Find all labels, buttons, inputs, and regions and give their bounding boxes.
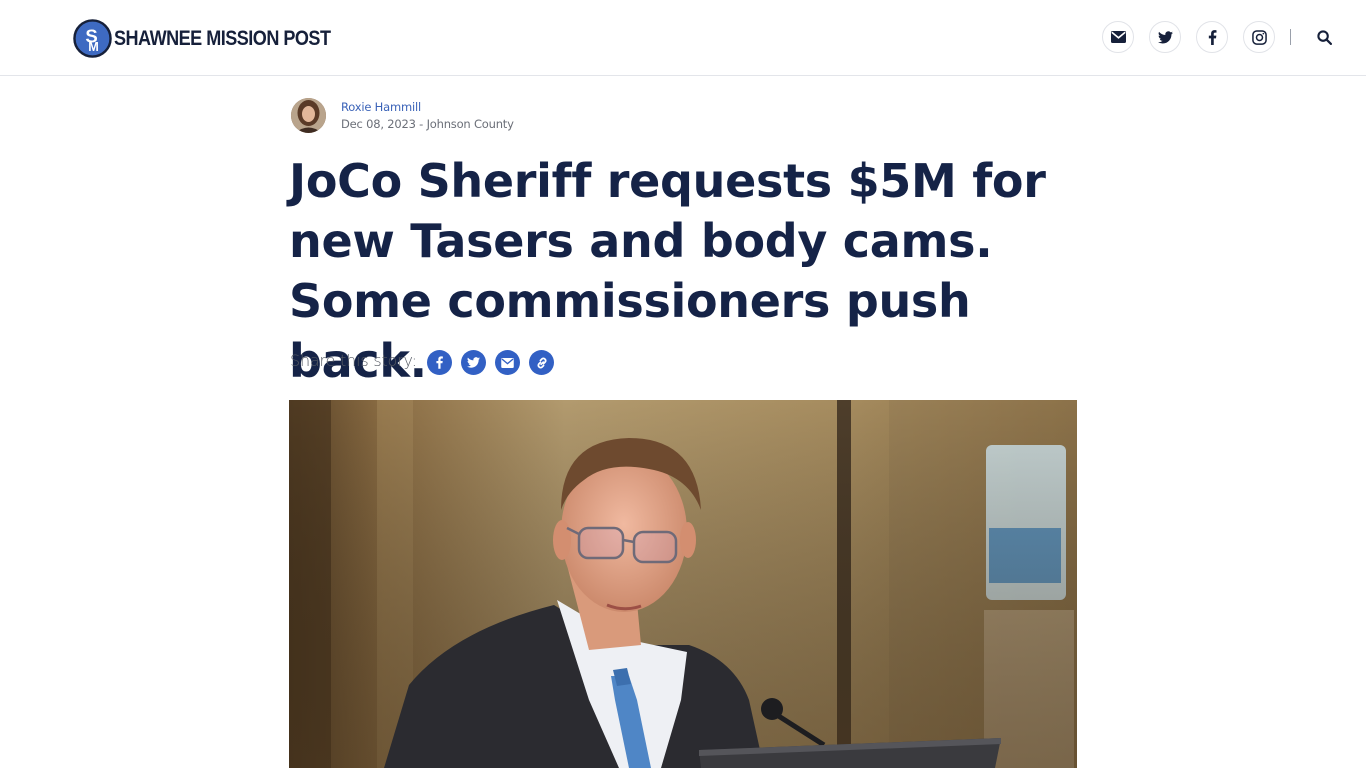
author-photo <box>291 98 326 133</box>
site-header: S M SHAWNEE MISSION POST <box>0 0 1366 76</box>
site-logo[interactable]: S M SHAWNEE MISSION POST <box>73 18 366 59</box>
headline-line: Some commissioners push back. <box>289 274 971 388</box>
share-label: Share this story: <box>290 351 417 370</box>
featured-photo-illustration <box>289 400 1077 768</box>
facebook-icon <box>436 356 443 369</box>
envelope-icon <box>1110 31 1126 43</box>
share-twitter-button[interactable] <box>461 350 486 375</box>
headline-line: new Tasers and body cams. <box>289 214 993 268</box>
envelope-icon <box>501 357 514 368</box>
author-avatar[interactable] <box>291 98 326 133</box>
article-meta: Dec 08, 2023 - Johnson County <box>341 117 514 131</box>
facebook-button[interactable] <box>1196 21 1228 53</box>
logo-monogram-icon: S M <box>73 19 112 58</box>
instagram-button[interactable] <box>1243 21 1275 53</box>
instagram-icon <box>1251 29 1267 45</box>
twitter-icon <box>1157 30 1173 43</box>
twitter-button[interactable] <box>1149 21 1181 53</box>
email-button[interactable] <box>1102 21 1134 53</box>
facebook-icon <box>1208 29 1216 45</box>
search-button[interactable] <box>1308 21 1340 53</box>
logo-text: SHAWNEE MISSION POST <box>114 26 331 50</box>
twitter-icon <box>467 357 480 368</box>
featured-image <box>289 400 1077 768</box>
author-link[interactable]: Roxie Hammill <box>341 100 421 114</box>
header-divider <box>1290 29 1291 45</box>
search-icon <box>1316 29 1332 45</box>
headline-line: JoCo Sheriff requests $5M for <box>289 154 1046 208</box>
share-email-button[interactable] <box>495 350 520 375</box>
link-icon <box>537 357 546 368</box>
share-facebook-button[interactable] <box>427 350 452 375</box>
svg-text:M: M <box>88 40 99 54</box>
share-link-button[interactable] <box>529 350 554 375</box>
